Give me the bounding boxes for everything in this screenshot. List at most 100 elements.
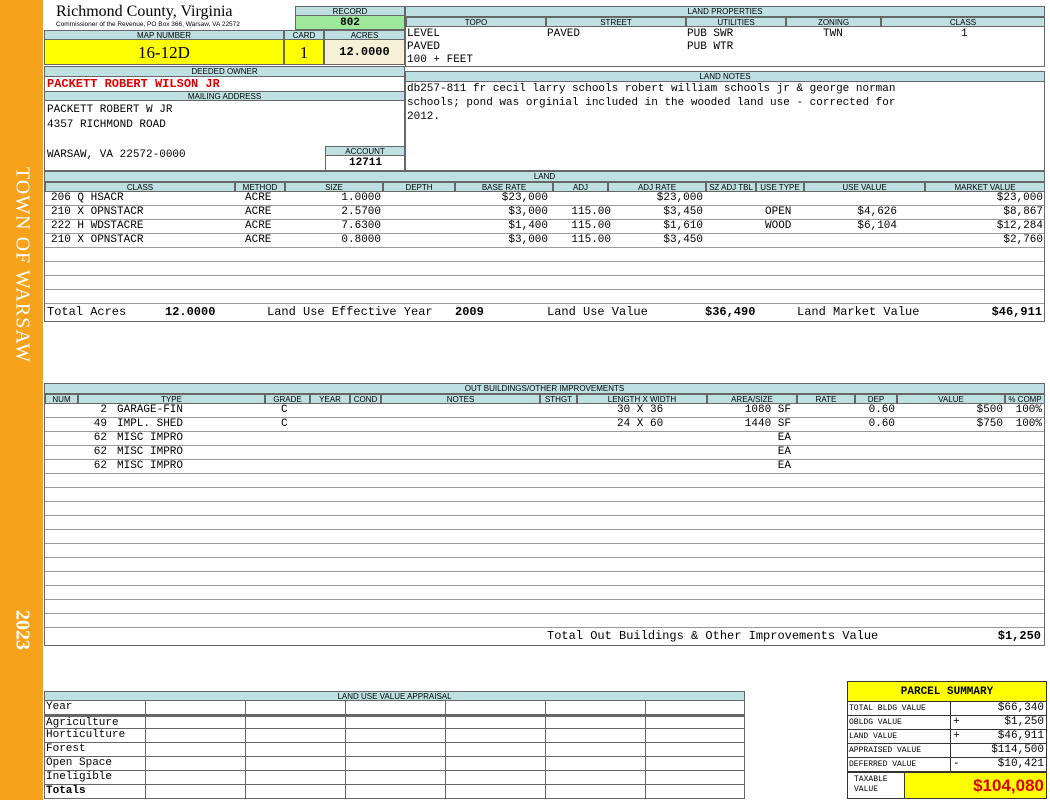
land-row xyxy=(45,248,1044,262)
outbuilding-row xyxy=(45,544,1044,558)
county-title: Richmond County, Virginia Commissioner o… xyxy=(56,4,294,30)
land-col-class: CLASS xyxy=(45,182,235,192)
outbuilding-row: 2 GARAGE-FIN C 30 X 36 1080 SF 0.60 $500 100% xyxy=(45,404,1044,418)
appraisal-row: Open Space xyxy=(45,757,744,771)
appraisal-cell xyxy=(545,757,645,771)
outbuilding-row xyxy=(45,572,1044,586)
ob-cell-type: MISC IMPRO xyxy=(117,446,184,458)
summary-rows: TOTAL BLDG VALUE $66,340 OBLDG VALUE + $1,25… xyxy=(848,702,1046,772)
owner-name: PACKETT ROBERT WILSON JR xyxy=(47,77,220,91)
outbuildings-label: OUT BUILDINGS/OTHER IMPROVEMENTS xyxy=(45,384,1044,394)
land-cell-class: 210 X OPNSTACR xyxy=(51,206,144,218)
street-value: PAVED xyxy=(547,28,581,40)
ob-col-lxw: LENGTH X WIDTH xyxy=(577,394,707,404)
land-cell-size: 2.5700 xyxy=(341,206,381,218)
summary-label: APPRAISED VALUE xyxy=(849,746,922,755)
commissioner-address: Commissioner of the Revenue, PO Box 366,… xyxy=(56,21,240,28)
side-banner: TOWN OF WARSAW 2023 xyxy=(0,0,43,800)
appraisal-cell xyxy=(345,743,445,757)
land-cell-method: ACRE xyxy=(245,234,272,246)
ob-col-grade: GRADE xyxy=(265,394,310,404)
map-number: 16-12D xyxy=(44,40,284,65)
ob-cell-type: MISC IMPRO xyxy=(117,460,184,472)
record-label: RECORD xyxy=(295,6,405,16)
total-acres-value: 12.0000 xyxy=(165,305,216,319)
ob-cell-comp: 100% xyxy=(1015,404,1042,416)
summary-label: TOTAL BLDG VALUE xyxy=(849,704,926,713)
land-cell-method: ACRE xyxy=(245,206,272,218)
appraisal-cell xyxy=(645,771,745,785)
appraisal-row-label: Horticulture xyxy=(46,729,126,741)
mailing-line-1: PACKETT ROBERT W JR xyxy=(47,104,173,116)
land-row: 210 X OPNSTACR ACRE 0.8000 $3,000 115.00 $3,4… xyxy=(45,234,1044,248)
summary-value: $10,421 xyxy=(997,758,1044,770)
land-note-line-3: 2012. xyxy=(407,111,441,123)
land-cell-size: 0.8000 xyxy=(341,234,381,246)
land-cell-size: 1.0000 xyxy=(341,192,381,204)
topo-value-2: PAVED xyxy=(407,41,441,53)
land-cell-usetype: WOOD xyxy=(765,220,792,232)
appraisal-cell xyxy=(645,701,745,715)
ob-cell-grade: C xyxy=(281,418,288,430)
ob-cell-dep: 0.60 xyxy=(868,404,895,416)
appraisal-cell xyxy=(645,729,745,743)
summary-row: TOTAL BLDG VALUE $66,340 xyxy=(848,702,1046,716)
ob-cell-num: 62 xyxy=(93,432,107,444)
appraisal-cell xyxy=(545,729,645,743)
appraisal-cell xyxy=(445,743,545,757)
land-use-appraisal-rows: Year Agriculture Horticulture Forest Open Sp… xyxy=(45,701,745,799)
ob-cell-num: 49 xyxy=(93,418,107,430)
summary-row: OBLDG VALUE + $1,250 xyxy=(848,716,1046,730)
outbuildings-total-label: Total Out Buildings & Other Improvements… xyxy=(547,629,879,643)
appraisal-row: Totals xyxy=(45,785,744,799)
ob-col-comp: % COMP xyxy=(1005,394,1045,404)
street-header: STREET xyxy=(546,17,686,27)
mailing-line-3: WARSAW, VA 22572-0000 xyxy=(47,149,186,161)
outbuilding-row: 62 MISC IMPRO EA xyxy=(45,432,1044,446)
land-cell-base: $3,000 xyxy=(508,234,548,246)
ob-cell-area: 1440 SF xyxy=(744,418,791,430)
summary-value: $46,911 xyxy=(997,730,1044,742)
outbuilding-row xyxy=(45,488,1044,502)
map-number-box: MAP NUMBER 16-12D xyxy=(44,30,284,65)
deeded-owner-label: DEEDED OWNER xyxy=(45,67,404,77)
land-cell-adjrate: $3,450 xyxy=(663,234,703,246)
record-box: RECORD 802 xyxy=(295,6,405,30)
land-row xyxy=(45,262,1044,276)
summary-label: DEFERRED VALUE xyxy=(849,760,917,769)
land-cell-adj: 115.00 xyxy=(571,206,611,218)
land-rows: 206 Q HSACR ACRE 1.0000 $23,000 $23,000 $23,0… xyxy=(45,192,1044,304)
land-label: LAND xyxy=(45,172,1044,182)
ob-cell-num: 2 xyxy=(100,404,107,416)
summary-value: $114,500 xyxy=(991,744,1044,756)
land-use-value: $36,490 xyxy=(705,305,756,319)
land-cell-adj: 115.00 xyxy=(571,220,611,232)
land-cell-market: $2,760 xyxy=(1003,234,1043,246)
outbuilding-row xyxy=(45,600,1044,614)
land-cell-adj: 115.00 xyxy=(571,234,611,246)
ob-col-num: NUM xyxy=(45,394,78,404)
outbuilding-row xyxy=(45,614,1044,628)
appraisal-cell xyxy=(545,743,645,757)
land-properties-box: LAND PROPERTIES TOPO STREET UTILITIES ZO… xyxy=(405,6,1045,67)
land-notes-box: LAND NOTES db257-811 fr cecil larry scho… xyxy=(405,71,1045,171)
ob-cell-comp: 100% xyxy=(1015,418,1042,430)
outbuildings-total-value: $1,250 xyxy=(997,629,1041,643)
land-market-value-label: Land Market Value xyxy=(797,305,920,319)
outbuildings-table: OUT BUILDINGS/OTHER IMPROVEMENTS NUM TYP… xyxy=(44,383,1045,646)
land-totals: Total Acres 12.0000 Land Use Effective Y… xyxy=(45,304,1044,321)
outbuilding-row xyxy=(45,530,1044,544)
outbuilding-rows: 2 GARAGE-FIN C 30 X 36 1080 SF 0.60 $500 100% 49… xyxy=(45,404,1044,628)
summary-label: LAND VALUE xyxy=(849,732,898,741)
class-value: 1 xyxy=(961,28,968,40)
land-col-market-value: MARKET VALUE xyxy=(925,182,1045,192)
taxable-label-line-2: VALUE xyxy=(854,785,879,794)
class-header: CLASS xyxy=(881,17,1045,27)
ob-cell-num: 62 xyxy=(93,460,107,472)
appraisal-row: Agriculture xyxy=(45,715,744,731)
outbuilding-row xyxy=(45,558,1044,572)
land-col-depth: DEPTH xyxy=(383,182,455,192)
land-cell-class: 206 Q HSACR xyxy=(51,192,124,204)
appraisal-row: Ineligible xyxy=(45,771,744,785)
appraisal-cell xyxy=(445,757,545,771)
